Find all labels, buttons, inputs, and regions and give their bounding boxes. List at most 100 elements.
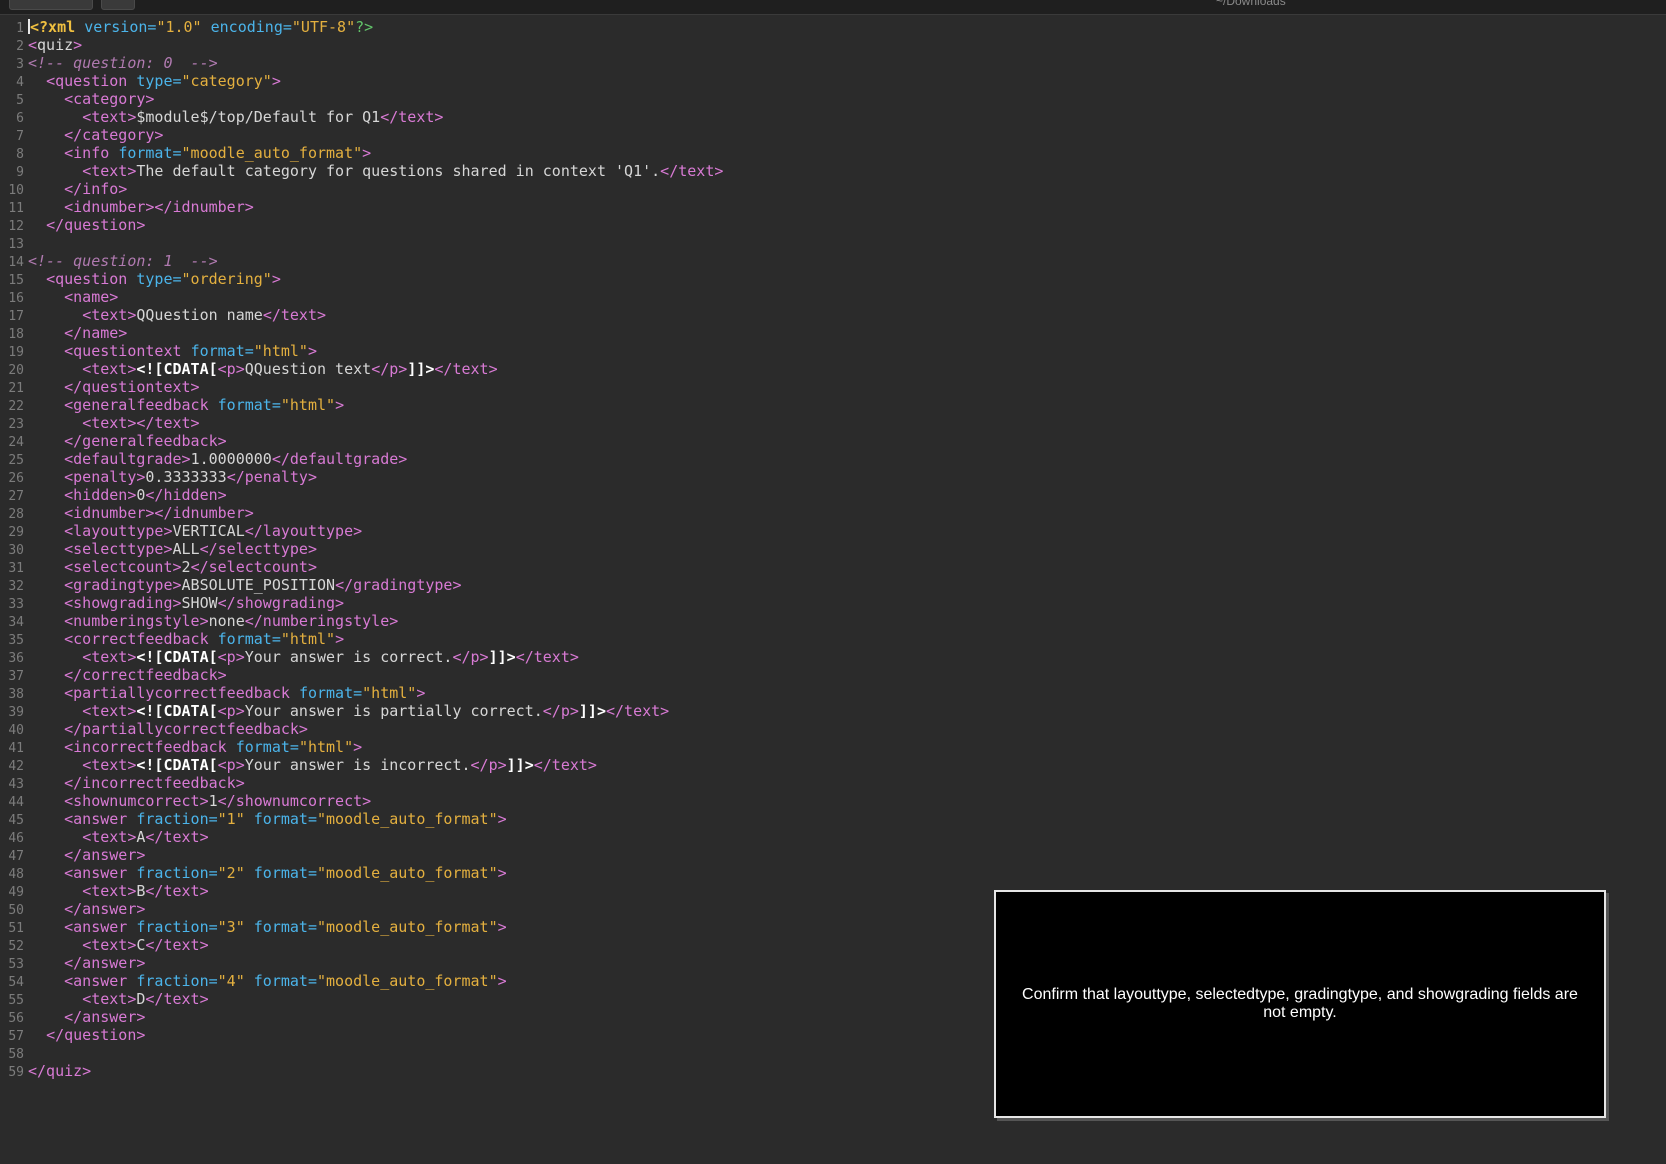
code-token: <p> [217, 648, 245, 666]
code-line[interactable]: 24 </generalfeedback> [0, 432, 723, 450]
code-token: <answer [64, 918, 137, 936]
code-line[interactable]: 11 <idnumber></idnumber> [0, 198, 723, 216]
code-line[interactable]: 44 <shownumcorrect>1</shownumcorrect> [0, 792, 723, 810]
code-line[interactable]: 23 <text></text> [0, 414, 723, 432]
code-line[interactable]: 8 <info format="moodle_auto_format"> [0, 144, 723, 162]
code-line[interactable]: 54 <answer fraction="4" format="moodle_a… [0, 972, 723, 990]
code-line[interactable]: 7 </category> [0, 126, 723, 144]
code-token: <text> [82, 108, 137, 126]
code-line[interactable]: 55 <text>D</text> [0, 990, 723, 1008]
code-line[interactable]: 36 <text><![CDATA[<p>Your answer is corr… [0, 648, 723, 666]
code-line[interactable]: 27 <hidden>0</hidden> [0, 486, 723, 504]
code-line[interactable]: 26 <penalty>0.3333333</penalty> [0, 468, 723, 486]
code-line[interactable]: 3 <!-- question: 0 --> [0, 54, 723, 72]
code-token: <hidden> [64, 486, 137, 504]
code-line[interactable]: 59 </quiz> [0, 1062, 723, 1080]
code-line[interactable]: 2 <quiz> [0, 36, 723, 54]
code-line[interactable]: 52 <text>C</text> [0, 936, 723, 954]
code-line[interactable]: 48 <answer fraction="2" format="moodle_a… [0, 864, 723, 882]
code-line[interactable]: 18 </name> [0, 324, 723, 342]
code-line[interactable]: 21 </questiontext> [0, 378, 723, 396]
code-line[interactable]: 13 [0, 234, 723, 252]
code-token: > [271, 270, 281, 288]
code-line[interactable]: 34 <numberingstyle>none</numberingstyle> [0, 612, 723, 630]
code-line[interactable]: 14 <!-- question: 1 --> [0, 252, 723, 270]
code-token: </p> [371, 360, 408, 378]
code-line[interactable]: 29 <layouttype>VERTICAL</layouttype> [0, 522, 723, 540]
code-token: ]]> [506, 756, 534, 774]
code-token: </question> [46, 1026, 146, 1044]
code-line[interactable]: 38 <partiallycorrectfeedback format="htm… [0, 684, 723, 702]
code-line[interactable]: 1 <?xml version="1.0" encoding="UTF-8"?> [0, 18, 723, 36]
code-line[interactable]: 16 <name> [0, 288, 723, 306]
file-path-label: ~/Downloads [1216, 0, 1286, 8]
code-line[interactable]: 46 <text>A</text> [0, 828, 723, 846]
code-token: </selectcount> [190, 558, 317, 576]
code-token: 1 [208, 792, 218, 810]
code-token: </penalty> [226, 468, 317, 486]
code-token: > [335, 396, 345, 414]
code-line[interactable]: 41 <incorrectfeedback format="html"> [0, 738, 723, 756]
line-content: <text><![CDATA[<p>Your answer is partial… [28, 702, 669, 720]
code-line[interactable]: 12 </question> [0, 216, 723, 234]
code-line[interactable]: 50 </answer> [0, 900, 723, 918]
code-line[interactable]: 32 <gradingtype>ABSOLUTE_POSITION</gradi… [0, 576, 723, 594]
tooltip-text: Confirm that layouttype, selectedtype, g… [1022, 986, 1578, 1021]
code-line[interactable]: 30 <selecttype>ALL</selecttype> [0, 540, 723, 558]
code-line[interactable]: 56 </answer> [0, 1008, 723, 1026]
code-token: <answer [64, 864, 137, 882]
toolbar-button[interactable] [9, 0, 93, 10]
code-line[interactable]: 57 </question> [0, 1026, 723, 1044]
code-token: "html" [298, 738, 354, 756]
code-token: </text> [660, 162, 724, 180]
code-line[interactable]: 4 <question type="category"> [0, 72, 723, 90]
code-line[interactable]: 17 <text>QQuestion name</text> [0, 306, 723, 324]
code-line[interactable]: 22 <generalfeedback format="html"> [0, 396, 723, 414]
code-token: </p> [470, 756, 507, 774]
code-line[interactable]: 20 <text><![CDATA[<p>QQuestion text</p>]… [0, 360, 723, 378]
code-line[interactable]: 58 [0, 1044, 723, 1062]
code-line[interactable]: 42 <text><![CDATA[<p>Your answer is inco… [0, 756, 723, 774]
code-token: format= [118, 144, 182, 162]
code-line[interactable]: 53 </answer> [0, 954, 723, 972]
line-content: <questiontext format="html"> [28, 342, 317, 360]
code-token: ABSOLUTE_POSITION [181, 576, 336, 594]
line-content: </question> [28, 1026, 145, 1044]
code-line[interactable]: 45 <answer fraction="1" format="moodle_a… [0, 810, 723, 828]
code-line[interactable]: 35 <correctfeedback format="html"> [0, 630, 723, 648]
code-line[interactable]: 33 <showgrading>SHOW</showgrading> [0, 594, 723, 612]
code-token: QQuestion text [244, 360, 372, 378]
code-line[interactable]: 10 </info> [0, 180, 723, 198]
toolbar-button[interactable] [101, 0, 135, 10]
code-token: <layouttype> [64, 522, 173, 540]
code-token: <![CDATA[ [136, 756, 218, 774]
code-line[interactable]: 9 <text>The default category for questio… [0, 162, 723, 180]
code-line[interactable]: 40 </partiallycorrectfeedback> [0, 720, 723, 738]
code-line[interactable]: 37 </correctfeedback> [0, 666, 723, 684]
code-line[interactable]: 25 <defaultgrade>1.0000000</defaultgrade… [0, 450, 723, 468]
code-token: <p> [217, 702, 245, 720]
code-line[interactable]: 19 <questiontext format="html"> [0, 342, 723, 360]
line-content: <generalfeedback format="html"> [28, 396, 344, 414]
code-line[interactable]: 49 <text>B</text> [0, 882, 723, 900]
code-line[interactable]: 15 <question type="ordering"> [0, 270, 723, 288]
code-line[interactable]: 28 <idnumber></idnumber> [0, 504, 723, 522]
code-line[interactable]: 43 </incorrectfeedback> [0, 774, 723, 792]
code-line[interactable]: 6 <text>$module$/top/Default for Q1</tex… [0, 108, 723, 126]
code-line[interactable]: 31 <selectcount>2</selectcount> [0, 558, 723, 576]
line-content: <question type="category"> [28, 72, 281, 90]
code-line[interactable]: 5 <category> [0, 90, 723, 108]
code-line[interactable]: 47 </answer> [0, 846, 723, 864]
code-line[interactable]: 51 <answer fraction="3" format="moodle_a… [0, 918, 723, 936]
code-line[interactable]: 39 <text><![CDATA[<p>Your answer is part… [0, 702, 723, 720]
code-area[interactable]: 1 <?xml version="1.0" encoding="UTF-8"?> 2… [0, 18, 723, 1080]
code-token: fraction= [136, 864, 218, 882]
code-token: quiz [37, 36, 74, 54]
